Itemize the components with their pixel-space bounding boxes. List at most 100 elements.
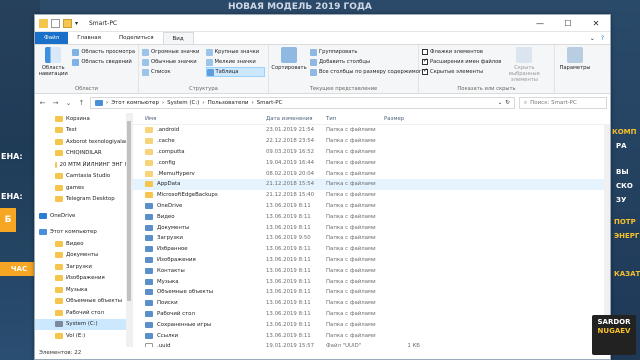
options-button[interactable]: Параметры bbox=[558, 47, 592, 71]
file-row[interactable]: .cache 22.12.2018 23:54 Папка с файлами bbox=[133, 136, 610, 147]
file-row[interactable]: Музыка 13.06.2019 8:11 Папка с файлами bbox=[133, 276, 610, 287]
folder-icon bbox=[55, 115, 63, 122]
nav-item[interactable]: Test bbox=[35, 125, 132, 137]
maximize-button[interactable]: ☐ bbox=[554, 15, 582, 32]
file-type: Папка с файлами bbox=[326, 289, 376, 296]
nav-pane-button[interactable]: Область навигации bbox=[38, 47, 68, 84]
file-row[interactable]: .android 23.01.2019 21:54 Папка с файлами bbox=[133, 125, 610, 136]
scroll-thumb[interactable] bbox=[127, 121, 131, 301]
file-row[interactable]: Поиски 13.06.2019 8:11 Папка с файлами bbox=[133, 298, 610, 309]
column-type[interactable]: Тип bbox=[326, 116, 384, 122]
file-row[interactable]: .config 19.04.2019 16:44 Папка с файлами bbox=[133, 157, 610, 168]
tab-share[interactable]: Поделиться bbox=[110, 32, 163, 44]
file-row[interactable]: Ссылки 13.06.2019 8:11 Папка с файлами bbox=[133, 330, 610, 341]
column-name[interactable]: Имя bbox=[133, 116, 266, 122]
properties-icon[interactable] bbox=[51, 18, 60, 28]
nav-item[interactable]: Объемные объекты bbox=[35, 296, 132, 308]
file-row[interactable]: Контакты 13.06.2019 8:11 Папка с файлами bbox=[133, 265, 610, 276]
nav-item[interactable]: Camtasia Studio bbox=[35, 171, 132, 183]
file-row[interactable]: Избранное 13.06.2019 8:11 Папка с файлами bbox=[133, 244, 610, 255]
file-row[interactable]: .computta 09.03.2019 16:52 Папка с файлами bbox=[133, 147, 610, 158]
up-icon[interactable]: ↑ bbox=[77, 99, 86, 107]
file-list-scrollbar[interactable] bbox=[604, 125, 610, 347]
folder-icon bbox=[145, 192, 153, 199]
hide-selected-button[interactable]: Скрыть выбранные элементы bbox=[505, 47, 543, 84]
file-type: Папка с файлами bbox=[326, 170, 376, 177]
breadcrumb-users[interactable]: Пользователи bbox=[208, 100, 249, 106]
nav-item[interactable]: Корзина bbox=[35, 113, 132, 125]
layout-huge-icons[interactable]: Огромные значки bbox=[142, 47, 202, 57]
add-columns-button[interactable]: Добавить столбцы bbox=[310, 57, 425, 67]
breadcrumb-smart-pc[interactable]: Smart-PC bbox=[257, 100, 283, 106]
chevron-down-icon[interactable]: ▾ bbox=[75, 19, 81, 28]
computer-icon bbox=[95, 100, 103, 106]
nav-scrollbar[interactable] bbox=[126, 113, 132, 347]
nav-item[interactable]: Рабочий стол bbox=[35, 307, 132, 319]
column-size[interactable]: Размер bbox=[384, 116, 424, 122]
large-icons-icon bbox=[205, 48, 213, 56]
sort-button[interactable]: Сортировать bbox=[271, 47, 307, 84]
checkbox-checked-icon bbox=[422, 57, 428, 65]
nav-item[interactable]: CHIQINDILAR bbox=[35, 148, 132, 160]
bg-text-right-2: РА bbox=[616, 142, 627, 150]
file-row[interactable]: Объемные объекты 13.06.2019 8:11 Папка с ф… bbox=[133, 287, 610, 298]
file-row[interactable]: Загрузки 13.06.2019 9:50 Папка с файлами bbox=[133, 233, 610, 244]
layout-large-icons[interactable]: Крупные значки bbox=[205, 47, 266, 57]
layout-list[interactable]: Список bbox=[142, 67, 202, 77]
file-row[interactable]: Документы 13.06.2019 8:11 Папка с файлами bbox=[133, 222, 610, 233]
details-pane-button[interactable]: Область сведений bbox=[72, 57, 135, 67]
forward-icon[interactable]: → bbox=[51, 99, 60, 107]
nav-item[interactable]: 20 МТМ ЙИЛНИНГ ЭНГ ЯХ bbox=[35, 159, 132, 171]
nav-item[interactable]: Документы bbox=[35, 250, 132, 262]
refresh-icon[interactable]: ↻ bbox=[505, 100, 510, 106]
minimize-button[interactable]: — bbox=[526, 15, 554, 32]
nav-item[interactable]: Vol (E:) bbox=[35, 330, 132, 342]
nav-item[interactable]: Видео bbox=[35, 238, 132, 250]
breadcrumb-system-c[interactable]: System (C:) bbox=[167, 100, 199, 106]
file-date: 13.06.2019 8:11 bbox=[266, 256, 311, 263]
nav-item[interactable]: games bbox=[35, 182, 132, 194]
file-row[interactable]: Видео 13.06.2019 8:11 Папка с файлами bbox=[133, 211, 610, 222]
item-checkboxes-toggle[interactable]: Флажки элементов bbox=[422, 47, 501, 57]
tab-file[interactable]: Файл bbox=[35, 32, 69, 44]
nav-item[interactable]: Этот компьютер bbox=[35, 227, 132, 239]
file-row[interactable]: Изображения 13.06.2019 8:11 Папка с файлам… bbox=[133, 255, 610, 266]
address-dropdown-icon[interactable]: ⌄ bbox=[498, 100, 503, 106]
search-input[interactable]: ⌕ Поиск: Smart-PC bbox=[519, 97, 607, 109]
new-folder-icon[interactable] bbox=[63, 18, 72, 28]
preview-pane-button[interactable]: Область просмотра bbox=[72, 47, 135, 57]
file-row[interactable]: OneDrive 13.06.2019 8:11 Папка с файлами bbox=[133, 201, 610, 212]
address-bar[interactable]: › Этот компьютер › System (C:) › Пользов… bbox=[90, 97, 515, 109]
collapse-ribbon-icon[interactable]: ⌄ bbox=[590, 35, 595, 42]
ribbon-group-label: Показать или скрыть bbox=[457, 86, 516, 92]
fit-columns-button[interactable]: Все столбцы по размеру содержимого bbox=[310, 67, 425, 77]
help-icon[interactable]: ? bbox=[601, 35, 604, 42]
column-date[interactable]: Дата изменения bbox=[266, 116, 326, 122]
hidden-items-toggle[interactable]: Скрытые элементы bbox=[422, 67, 501, 77]
breadcrumb-this-pc[interactable]: Этот компьютер bbox=[111, 100, 159, 106]
tab-home[interactable]: Главная bbox=[68, 32, 110, 44]
close-button[interactable]: ✕ bbox=[582, 15, 610, 32]
nav-item[interactable]: OneDrive bbox=[35, 210, 132, 222]
nav-item[interactable]: Изображения bbox=[35, 273, 132, 285]
group-by-button[interactable]: Группировать bbox=[310, 47, 425, 57]
file-name: Музыка bbox=[157, 278, 179, 285]
file-name: Изображения bbox=[157, 256, 196, 263]
layout-small-icons[interactable]: Мелкие значки bbox=[205, 57, 266, 67]
nav-item[interactable]: Музыка bbox=[35, 284, 132, 296]
file-row[interactable]: AppData 21.12.2018 15:54 Папка с файлами bbox=[133, 178, 610, 190]
layout-details[interactable]: Таблица bbox=[205, 67, 265, 77]
nav-item[interactable]: Axborot texnologiyalari bbox=[35, 136, 132, 148]
file-row[interactable]: MicrosoftEdgeBackups 21.12.2018 15:40 Папк… bbox=[133, 190, 610, 201]
tab-view[interactable]: Вид bbox=[162, 32, 194, 44]
file-extensions-toggle[interactable]: Расширения имен файлов bbox=[422, 57, 501, 67]
nav-item[interactable]: Загрузки bbox=[35, 261, 132, 273]
layout-medium-icons[interactable]: Обычные значки bbox=[142, 57, 202, 67]
recent-locations-icon[interactable]: ⌄ bbox=[64, 99, 73, 107]
nav-item[interactable]: System (C:) bbox=[35, 318, 132, 330]
file-row[interactable]: .MemuHyperv 08.02.2019 20:04 Папка с файла… bbox=[133, 168, 610, 179]
file-row[interactable]: Рабочий стол 13.06.2019 8:11 Папка с файла… bbox=[133, 309, 610, 320]
back-icon[interactable]: ← bbox=[38, 99, 47, 107]
file-row[interactable]: Сохраненные игры 13.06.2019 8:11 Папка с ф… bbox=[133, 319, 610, 330]
nav-item[interactable]: Telegram Desktop bbox=[35, 194, 132, 206]
